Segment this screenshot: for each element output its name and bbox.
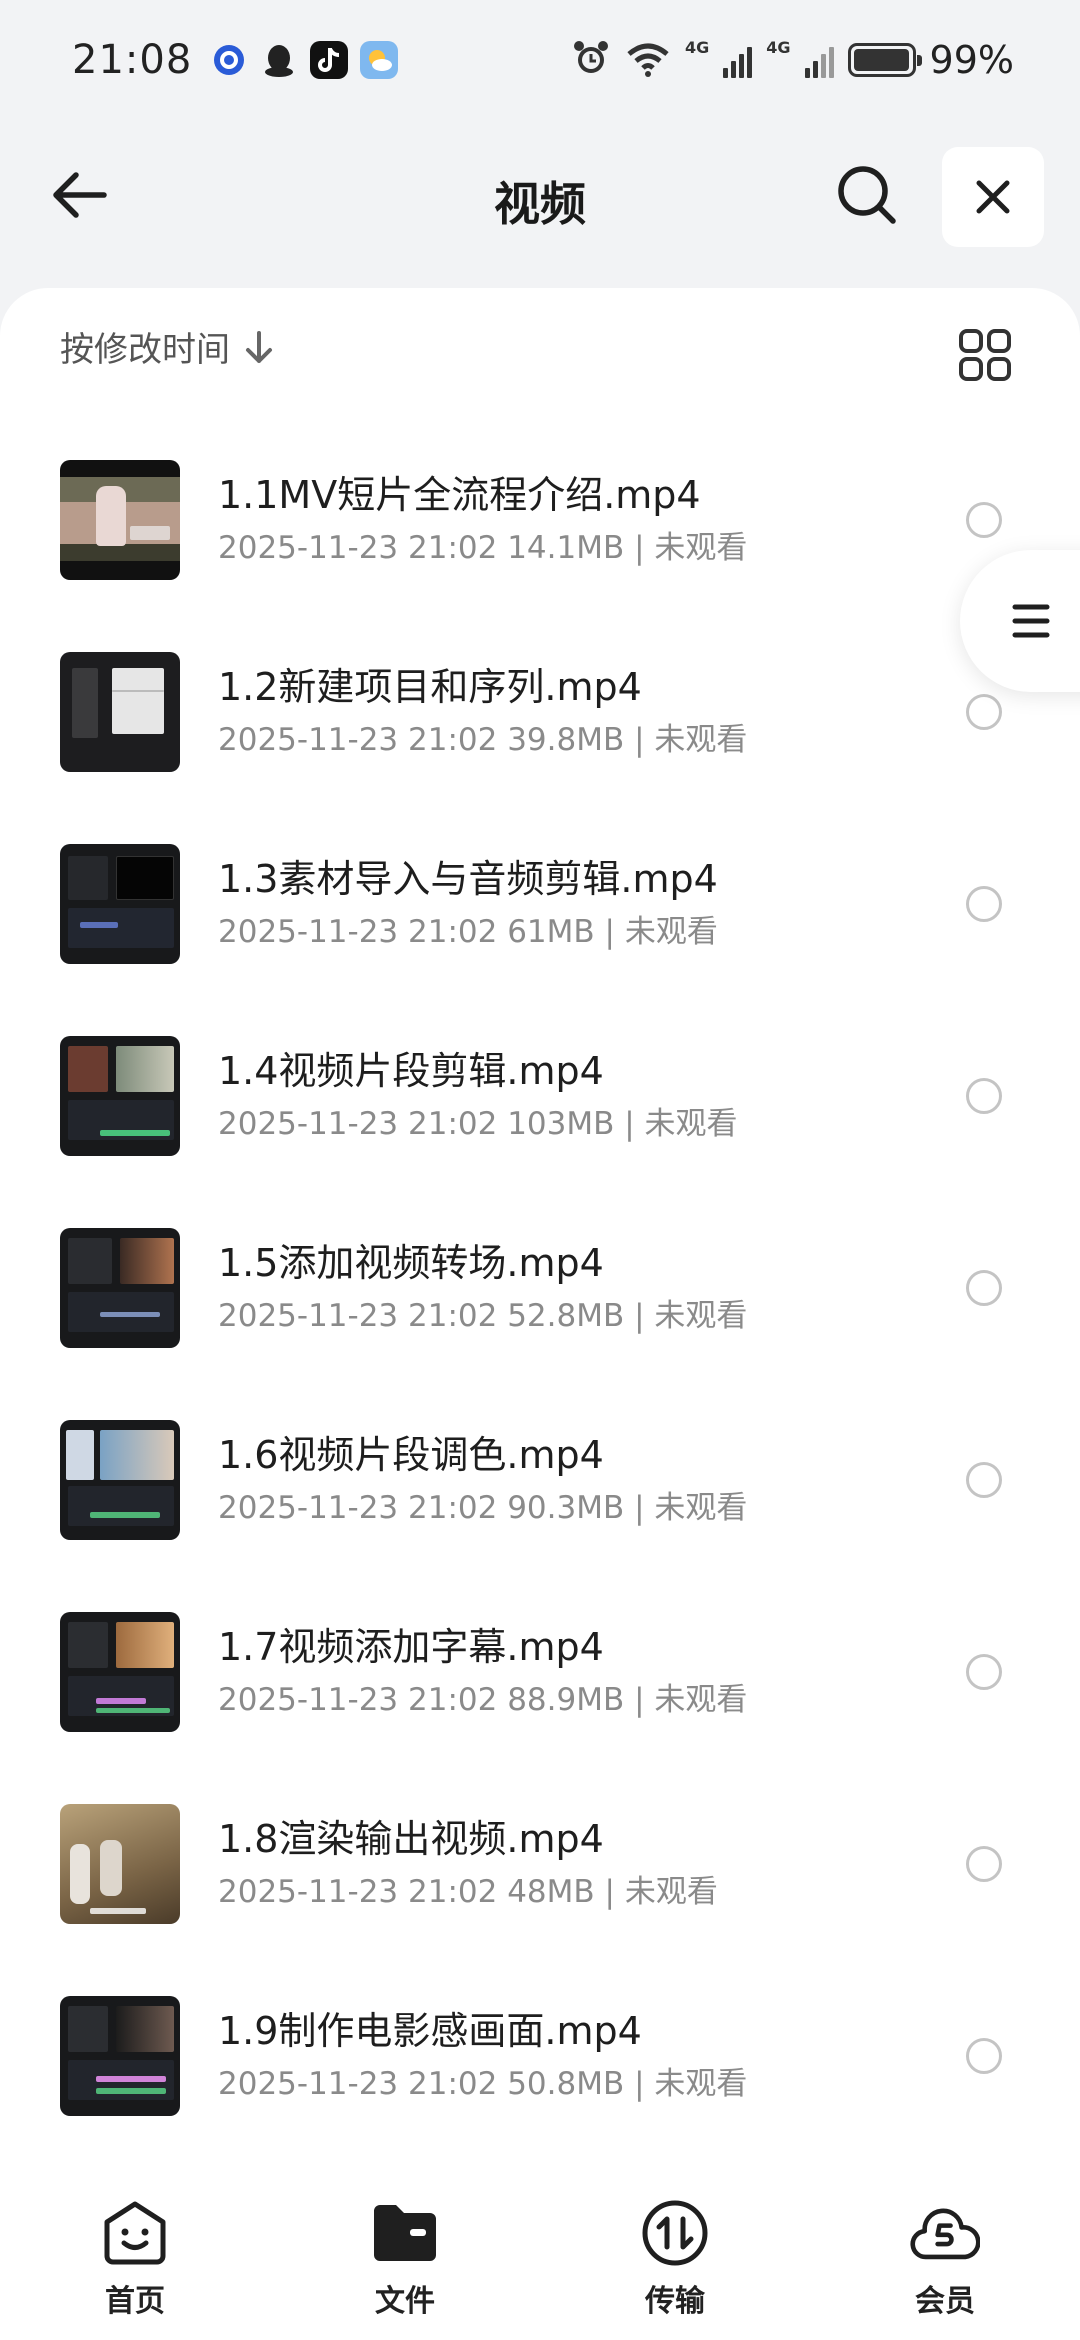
file-meta: 2025-11-23 21:02 103MB | 未观看 xyxy=(218,1106,738,1142)
nav-label: 首页 xyxy=(105,2284,165,2319)
smile-face-icon xyxy=(100,2198,170,2268)
select-radio[interactable] xyxy=(966,1462,1002,1498)
file-name: 1.6视频片段调色.mp4 xyxy=(218,1433,604,1477)
video-thumbnail xyxy=(60,844,180,964)
menu-icon xyxy=(1012,604,1050,638)
select-radio[interactable] xyxy=(966,2038,1002,2074)
sort-label: 按修改时间 xyxy=(60,330,230,370)
nav-transfer[interactable]: 传输 xyxy=(540,2168,810,2340)
file-meta: 2025-11-23 21:02 14.1MB | 未观看 xyxy=(218,530,748,566)
video-thumbnail xyxy=(60,652,180,772)
close-button[interactable] xyxy=(942,147,1044,247)
video-thumbnail xyxy=(60,1036,180,1156)
status-bar: 21:08 4G 4G 99% xyxy=(0,0,1080,120)
select-radio[interactable] xyxy=(966,1846,1002,1882)
list-item[interactable]: 1.4视频片段剪辑.mp4 2025-11-23 21:02 103MB | 未… xyxy=(0,1036,1080,1228)
network-type-2: 4G xyxy=(766,38,791,57)
video-thumbnail xyxy=(60,1420,180,1540)
select-radio[interactable] xyxy=(966,1078,1002,1114)
close-icon xyxy=(976,180,1010,214)
file-name: 1.1MV短片全流程介绍.mp4 xyxy=(218,473,701,517)
status-time: 21:08 xyxy=(72,37,193,83)
file-meta: 2025-11-23 21:02 90.3MB | 未观看 xyxy=(218,1490,748,1526)
grid-view-button[interactable] xyxy=(958,328,1020,390)
search-icon xyxy=(838,166,896,224)
video-thumbnail xyxy=(60,460,180,580)
battery-icon xyxy=(847,43,922,77)
list-item[interactable]: 1.2新建项目和序列.mp4 2025-11-23 21:02 39.8MB |… xyxy=(0,652,1080,844)
select-radio[interactable] xyxy=(966,1270,1002,1306)
file-name: 1.7视频添加字幕.mp4 xyxy=(218,1625,604,1669)
alarm-icon xyxy=(571,38,611,82)
file-meta: 2025-11-23 21:02 39.8MB | 未观看 xyxy=(218,722,748,758)
list-item[interactable]: 1.7视频添加字幕.mp4 2025-11-23 21:02 88.9MB | … xyxy=(0,1612,1080,1804)
list-item[interactable]: 1.5添加视频转场.mp4 2025-11-23 21:02 52.8MB | … xyxy=(0,1228,1080,1420)
wifi-icon xyxy=(625,38,671,82)
file-name: 1.9制作电影感画面.mp4 xyxy=(218,2009,642,2053)
file-meta: 2025-11-23 21:02 88.9MB | 未观看 xyxy=(218,1682,748,1718)
file-name: 1.8渲染输出视频.mp4 xyxy=(218,1817,604,1861)
page-title: 视频 xyxy=(494,177,586,231)
nav-label: 会员 xyxy=(915,2284,975,2319)
status-notification-icons xyxy=(210,41,399,79)
file-meta: 2025-11-23 21:02 52.8MB | 未观看 xyxy=(218,1298,748,1334)
nav-label: 传输 xyxy=(645,2284,705,2319)
cloud-vip-icon xyxy=(910,2198,980,2268)
file-meta: 2025-11-23 21:02 50.8MB | 未观看 xyxy=(218,2066,748,2102)
qq-app-icon xyxy=(260,41,298,79)
video-file-list: 1.1MV短片全流程介绍.mp4 2025-11-23 21:02 14.1MB… xyxy=(0,460,1080,2188)
bottom-navigation: 首页 文件 传输 会员 xyxy=(0,2168,1080,2340)
status-system-icons: 4G 4G 99% xyxy=(571,38,1014,82)
network-type-1: 4G xyxy=(685,38,710,57)
browser-app-icon xyxy=(210,41,248,79)
file-list-panel: 按修改时间 1.1MV短片全流程介绍.mp4 2025-11-23 21:02 … xyxy=(0,288,1080,2168)
signal-strength-2-icon xyxy=(804,42,834,78)
list-item[interactable]: 1.9制作电影感画面.mp4 2025-11-23 21:02 50.8MB |… xyxy=(0,1996,1080,2188)
nav-files[interactable]: 文件 xyxy=(270,2168,540,2340)
file-name: 1.2新建项目和序列.mp4 xyxy=(218,665,642,709)
list-item[interactable]: 1.1MV短片全流程介绍.mp4 2025-11-23 21:02 14.1MB… xyxy=(0,460,1080,652)
video-thumbnail xyxy=(60,1228,180,1348)
list-item[interactable]: 1.6视频片段调色.mp4 2025-11-23 21:02 90.3MB | … xyxy=(0,1420,1080,1612)
file-meta: 2025-11-23 21:02 61MB | 未观看 xyxy=(218,914,718,950)
file-name: 1.4视频片段剪辑.mp4 xyxy=(218,1049,604,1093)
select-radio[interactable] xyxy=(966,1654,1002,1690)
file-meta: 2025-11-23 21:02 48MB | 未观看 xyxy=(218,1874,718,1910)
top-app-bar: 视频 xyxy=(0,140,1080,250)
select-radio[interactable] xyxy=(966,886,1002,922)
nav-vip[interactable]: 会员 xyxy=(810,2168,1080,2340)
select-radio[interactable] xyxy=(966,694,1002,730)
list-item[interactable]: 1.8渲染输出视频.mp4 2025-11-23 21:02 48MB | 未观… xyxy=(0,1804,1080,1996)
list-item[interactable]: 1.3素材导入与音频剪辑.mp4 2025-11-23 21:02 61MB |… xyxy=(0,844,1080,1036)
battery-percentage: 99% xyxy=(929,38,1014,82)
select-radio[interactable] xyxy=(966,502,1002,538)
signal-strength-1-icon xyxy=(723,42,753,78)
battery-level-fill xyxy=(853,49,909,71)
grid-view-icon xyxy=(959,329,1011,381)
video-thumbnail xyxy=(60,1612,180,1732)
nav-home[interactable]: 首页 xyxy=(0,2168,270,2340)
file-name: 1.3素材导入与音频剪辑.mp4 xyxy=(218,857,718,901)
file-name: 1.5添加视频转场.mp4 xyxy=(218,1241,604,1285)
folder-icon xyxy=(370,2198,440,2268)
sort-selector[interactable]: 按修改时间 xyxy=(60,322,274,371)
search-button[interactable] xyxy=(834,162,900,228)
nav-label: 文件 xyxy=(375,2284,435,2319)
tiktok-app-icon xyxy=(310,41,349,79)
video-thumbnail xyxy=(60,1996,180,2116)
video-thumbnail xyxy=(60,1804,180,1924)
transfer-icon xyxy=(640,2198,710,2268)
sort-descending-arrow-icon xyxy=(246,330,272,363)
weather-app-icon xyxy=(360,41,399,79)
